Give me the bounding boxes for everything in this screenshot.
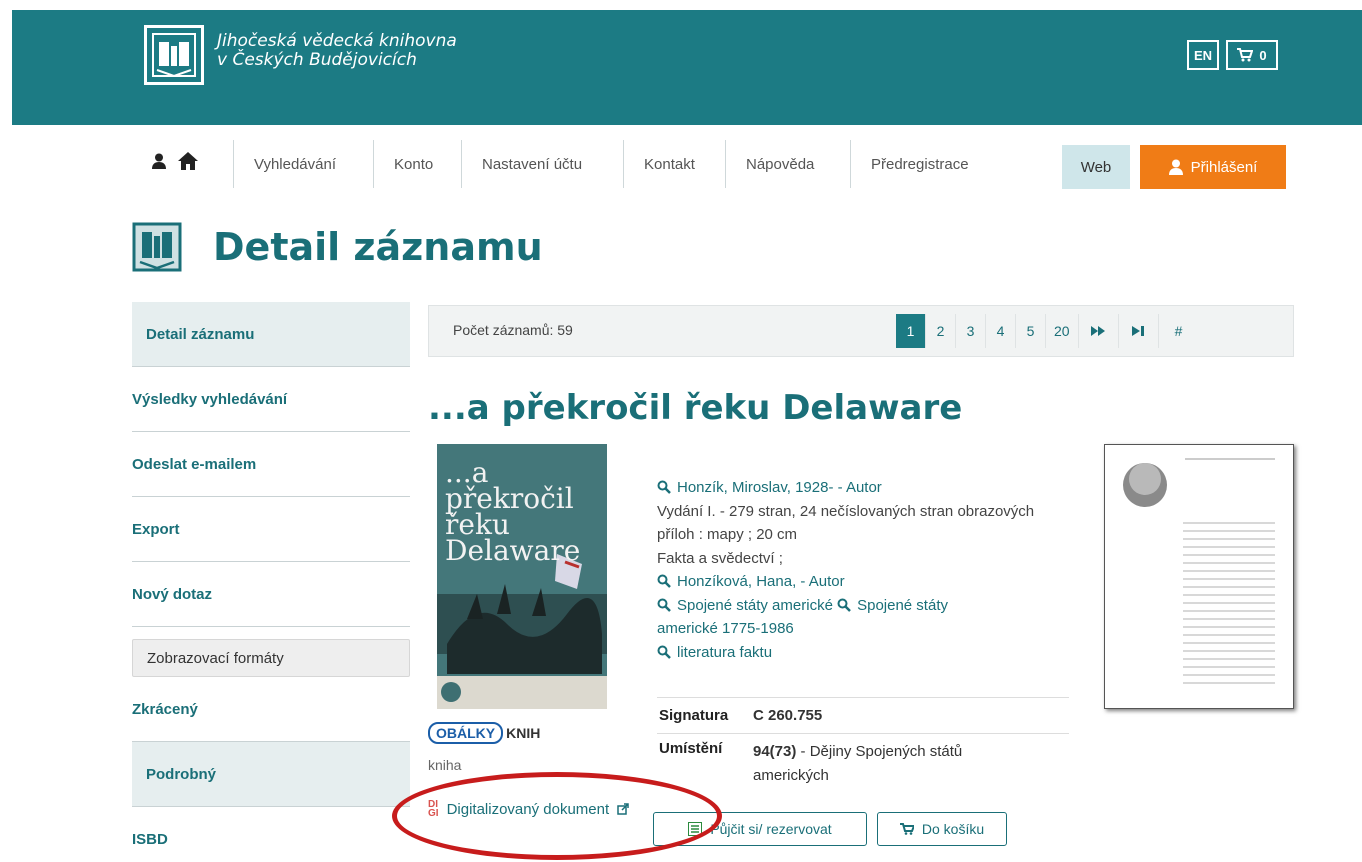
cart-icon [1237, 48, 1254, 62]
search-icon [837, 598, 851, 612]
cover-source-a: OBÁLKY [428, 722, 504, 744]
login-button[interactable]: Přihlášení [1140, 145, 1286, 189]
sidebar-item-send-email[interactable]: Odeslat e-mailem [132, 432, 410, 497]
login-label: Přihlášení [1190, 158, 1258, 176]
library-name-line2: v Českých Budějovicích [217, 50, 417, 70]
cover-source-logo[interactable]: OBÁLKY KNIH [428, 722, 540, 744]
sidebar-item-record-detail[interactable]: Detail záznamu [132, 302, 410, 367]
author-2: Honzíková, Hana, - Autor [677, 573, 845, 590]
sidebar: Detail záznamu Výsledky vyhledávání Odes… [132, 302, 410, 862]
subject-3: literatura faktu [677, 643, 773, 661]
record-title: ...a překročil řeku Delaware [428, 388, 963, 428]
web-button[interactable]: Web [1062, 145, 1130, 189]
sidebar-item-export[interactable]: Export [132, 497, 410, 562]
author-link-2[interactable]: Honzíková, Hana, - Autor [657, 570, 1069, 594]
borrow-reserve-label: Půjčit si/ rezervovat [710, 821, 832, 837]
library-name[interactable]: Jihočeská vědecká knihovna v Českých Bud… [217, 32, 457, 70]
location-row: Umístění 94(73) - Dějiny Spojených států… [657, 733, 1069, 793]
table-of-contents-thumbnail[interactable] [1104, 444, 1294, 709]
add-to-basket-label: Do košíku [921, 821, 985, 837]
page-1[interactable]: 1 [896, 314, 926, 348]
subject-links: Spojené státy americké Spojené státy [657, 594, 1069, 618]
cart-count: 0 [1259, 47, 1267, 63]
document-type: kniha [428, 757, 462, 773]
nav-contact[interactable]: Kontakt [623, 140, 725, 188]
book-cover-image[interactable]: ...a překročil řeku Delaware [437, 444, 607, 709]
page-title-icon [132, 222, 182, 272]
subject-2a: Spojené státy [857, 596, 948, 614]
edition-info: Vydání I. - 279 stran, 24 nečíslovaných … [657, 502, 1035, 544]
format-isbd[interactable]: ISBD [132, 807, 410, 862]
digi-icon: DI GI [428, 799, 439, 819]
page-2[interactable]: 2 [926, 314, 956, 348]
location-value: 94(73) - Dějiny Spojených států americkýc… [753, 740, 962, 788]
subject-link-1[interactable]: Spojené státy americké [657, 597, 833, 614]
record-details: Honzík, Miroslav, 1928- - Autor Vydání I… [657, 476, 1069, 664]
list-icon [688, 822, 703, 836]
borrow-reserve-button[interactable]: Půjčit si/ rezervovat [653, 812, 867, 846]
nav-search[interactable]: Vyhledávání [233, 140, 373, 188]
nav-account-settings[interactable]: Nastavení účtu [461, 140, 623, 188]
main-nav: Vyhledávání Konto Nastavení účtu Kontakt… [0, 140, 1362, 190]
location-text: - Dějiny Spojených států [796, 743, 963, 760]
subject-link-2[interactable]: Spojené státy [837, 597, 948, 614]
library-logo-icon[interactable] [144, 25, 204, 85]
signatura-row: Signatura C 260.755 [657, 697, 1069, 733]
display-formats-heading: Zobrazovací formáty [132, 639, 410, 677]
search-icon [657, 645, 671, 659]
subject-1: Spojené státy americké [677, 596, 833, 614]
author-link-1[interactable]: Honzík, Miroslav, 1928- - Autor [657, 476, 1069, 500]
login-user-icon [1168, 159, 1183, 175]
sidebar-item-new-query[interactable]: Nový dotaz [132, 562, 410, 627]
fast-forward-icon[interactable] [1079, 314, 1119, 348]
language-button[interactable]: EN [1187, 40, 1219, 70]
nav-preregistration[interactable]: Předregistrace [850, 140, 1010, 188]
results-count: Počet záznamů: 59 [453, 322, 573, 338]
pagination: 1 2 3 4 5 20 # [896, 314, 1199, 348]
format-short[interactable]: Zkrácený [132, 677, 410, 742]
cart-button[interactable]: 0 [1226, 40, 1278, 70]
user-icon[interactable] [152, 153, 166, 174]
page-5[interactable]: 5 [1016, 314, 1046, 348]
cart-icon [899, 823, 914, 835]
library-name-line1: Jihočeská vědecká knihovna [217, 31, 457, 51]
sidebar-item-search-results[interactable]: Výsledky vyhledávání [132, 367, 410, 432]
last-page-icon[interactable] [1119, 314, 1159, 348]
location-label: Umístění [659, 740, 723, 757]
format-detailed[interactable]: Podrobný [132, 742, 410, 807]
cover-source-b: KNIH [506, 725, 541, 741]
go-to-record-button[interactable]: # [1159, 314, 1199, 348]
nav-help[interactable]: Nápověda [725, 140, 850, 188]
digitized-document-link[interactable]: DI GI Digitalizovaný dokument [428, 799, 629, 819]
cover-title: ...a překročil řeku Delaware [445, 456, 581, 567]
subject-link-3[interactable]: literatura faktu [657, 641, 1069, 665]
page-title: Detail záznamu [213, 225, 543, 269]
series-info: Fakta a svědectví ; [657, 549, 783, 567]
author-1: Honzík, Miroslav, 1928- - Autor [677, 479, 882, 496]
external-link-icon [617, 803, 629, 815]
digitized-document-label: Digitalizovaný dokument [446, 800, 610, 818]
search-icon [657, 598, 671, 612]
search-icon [657, 480, 671, 494]
nav-account[interactable]: Konto [373, 140, 461, 188]
subject-2b[interactable]: americké 1775-1986 [657, 620, 794, 637]
add-to-basket-button[interactable]: Do košíku [877, 812, 1007, 846]
page-3[interactable]: 3 [956, 314, 986, 348]
top-header: Jihočeská vědecká knihovna v Českých Bud… [12, 10, 1362, 125]
page-4[interactable]: 4 [986, 314, 1016, 348]
signatura-value: C 260.755 [753, 707, 823, 724]
location-text-2: amerických [753, 767, 829, 784]
search-icon [657, 574, 671, 588]
home-icon[interactable] [178, 152, 198, 175]
page-20[interactable]: 20 [1046, 314, 1079, 348]
results-count-bar: Počet záznamů: 59 1 2 3 4 5 20 # [428, 305, 1294, 357]
location-code: 94(73) [753, 743, 797, 760]
signatura-label: Signatura [659, 707, 729, 724]
